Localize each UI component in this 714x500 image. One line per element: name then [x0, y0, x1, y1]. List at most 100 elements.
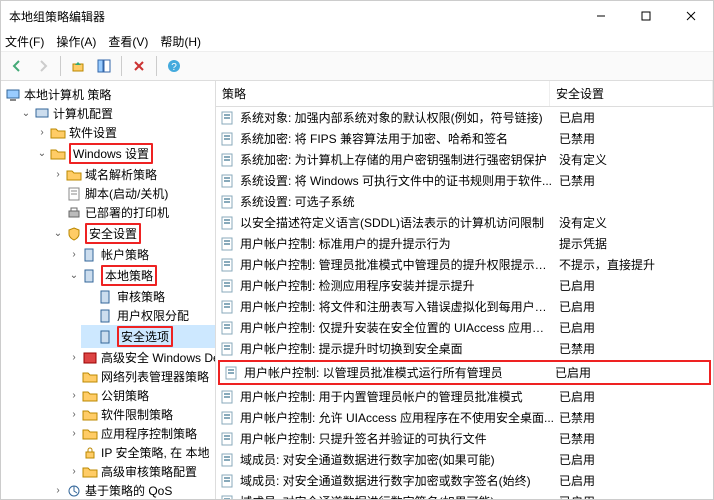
policy-row[interactable]: 用户帐户控制: 允许 UIAccess 应用程序在不使用安全桌面...已禁用 [216, 407, 713, 428]
list-body[interactable]: 系统对象: 加强内部系统对象的默认权限(例如，符号链接)已启用系统加密: 将 F… [216, 107, 713, 499]
chevron-right-icon[interactable]: › [69, 409, 79, 420]
tree-label: 审核策略 [117, 288, 165, 305]
policy-row[interactable]: 系统加密: 为计算机上存储的用户密钥强制进行强密钥保护没有定义 [216, 149, 713, 170]
maximize-button[interactable] [623, 1, 668, 31]
tree-computer-config[interactable]: ⌄ 计算机配置 [17, 104, 215, 123]
policy-row[interactable]: 以安全描述符定义语言(SDDL)语法表示的计算机访问限制没有定义 [216, 212, 713, 233]
policy-row[interactable]: 系统对象: 加强内部系统对象的默认权限(例如，符号链接)已启用 [216, 107, 713, 128]
tree-label: 高级审核策略配置 [101, 463, 197, 480]
policy-row[interactable]: 用户帐户控制: 标准用户的提升提示行为提示凭据 [216, 233, 713, 254]
policy-row[interactable]: 用户帐户控制: 以管理员批准模式运行所有管理员已启用 [218, 360, 711, 385]
tree-label: Windows 设置 [69, 143, 153, 164]
policy-icon [98, 329, 114, 345]
chevron-right-icon[interactable]: › [37, 127, 47, 138]
policy-row[interactable]: 域成员: 对安全通道数据进行数字加密或数字签名(始终)已启用 [216, 470, 713, 491]
chevron-right-icon[interactable]: › [69, 390, 79, 401]
policy-row[interactable]: 域成员: 对安全通道数据进行数字签名(如果可能)已启用 [216, 491, 713, 499]
tree-label: 域名解析策略 [85, 166, 157, 183]
policy-icon [82, 247, 98, 263]
policy-row[interactable]: 域成员: 对安全通道数据进行数字加密(如果可能)已启用 [216, 449, 713, 470]
tree-network-list[interactable]: 网络列表管理器策略 [65, 367, 215, 386]
chevron-right-icon[interactable]: › [69, 466, 79, 477]
tree-qos[interactable]: ›基于策略的 QoS [49, 481, 215, 499]
tree-pane[interactable]: 本地计算机 策略 ⌄ 计算机配置 ›软件设置 [1, 81, 216, 499]
policy-name: 以安全描述符定义语言(SDDL)语法表示的计算机访问限制 [240, 214, 555, 231]
policy-name: 用户帐户控制: 检测应用程序安装并提示提升 [240, 277, 555, 294]
tree-windows-settings[interactable]: ⌄ Windows 设置 [33, 142, 215, 165]
show-tree-button[interactable] [92, 54, 116, 78]
tree-printers[interactable]: 已部署的打印机 [49, 203, 215, 222]
minimize-button[interactable] [578, 1, 623, 31]
policy-icon [220, 299, 236, 315]
policy-name: 系统设置: 可选子系统 [240, 193, 555, 210]
folder-icon [50, 146, 66, 162]
policy-row[interactable]: 用户帐户控制: 检测应用程序安装并提示提升已启用 [216, 275, 713, 296]
policy-setting: 提示凭据 [559, 235, 709, 252]
tree-label: 计算机配置 [53, 105, 113, 122]
policy-icon [98, 308, 114, 324]
policy-row[interactable]: 系统设置: 可选子系统 [216, 191, 713, 212]
tree-software-restrict[interactable]: › 软件限制策略 [65, 405, 215, 424]
chevron-down-icon[interactable]: ⌄ [21, 108, 31, 119]
policy-row[interactable]: 用户帐户控制: 提示提升时切换到安全桌面已禁用 [216, 338, 713, 359]
menu-help[interactable]: 帮助(H) [160, 33, 201, 50]
policy-icon [98, 289, 114, 305]
menu-file[interactable]: 文件(F) [5, 33, 44, 50]
policy-row[interactable]: 用户帐户控制: 将文件和注册表写入错误虚拟化到每用户位置已启用 [216, 296, 713, 317]
list-header: 策略 安全设置 [216, 81, 713, 107]
chevron-down-icon[interactable]: ⌄ [37, 148, 47, 159]
tree-windows-firewall[interactable]: ›高级安全 Windows De [65, 348, 215, 367]
policy-row[interactable]: 用户帐户控制: 仅提升安装在安全位置的 UIAccess 应用程序已启用 [216, 317, 713, 338]
folder-icon [82, 464, 98, 480]
tree-audit-policy[interactable]: 审核策略 [81, 287, 215, 306]
policy-row[interactable]: 用户帐户控制: 管理员批准模式中管理员的提升权限提示的...不提示，直接提升 [216, 254, 713, 275]
nav-forward-button[interactable] [31, 54, 55, 78]
chevron-right-icon[interactable]: › [53, 485, 63, 496]
chevron-right-icon[interactable]: › [69, 428, 79, 439]
policy-icon [220, 257, 236, 273]
policy-icon [220, 236, 236, 252]
chevron-down-icon[interactable]: ⌄ [69, 270, 79, 281]
window-title: 本地组策略编辑器 [9, 8, 578, 25]
column-policy[interactable]: 策略 [216, 81, 550, 106]
help-button[interactable]: ? [162, 54, 186, 78]
chevron-right-icon[interactable]: › [53, 169, 63, 180]
tree-label: 软件限制策略 [101, 406, 173, 423]
menu-view[interactable]: 查看(V) [108, 33, 148, 50]
policy-icon [220, 152, 236, 168]
policy-row[interactable]: 系统设置: 将 Windows 可执行文件中的证书规则用于软件...已禁用 [216, 170, 713, 191]
folder-icon [82, 388, 98, 404]
delete-button[interactable] [127, 54, 151, 78]
up-folder-button[interactable] [66, 54, 90, 78]
tree-app-control[interactable]: ›应用程序控制策略 [65, 424, 215, 443]
policy-row[interactable]: 用户帐户控制: 用于内置管理员帐户的管理员批准模式已启用 [216, 386, 713, 407]
policy-setting: 已禁用 [559, 340, 709, 357]
tree-security-options[interactable]: 安全选项 [81, 325, 215, 348]
tree-label: 脚本(启动/关机) [85, 185, 168, 202]
nav-back-button[interactable] [5, 54, 29, 78]
policy-icon [220, 410, 236, 426]
tree-security-settings[interactable]: ⌄安全设置 [49, 222, 215, 245]
policy-setting: 已禁用 [559, 430, 709, 447]
tree-root[interactable]: 本地计算机 策略 [1, 85, 215, 104]
tree-local-policy[interactable]: ⌄本地策略 [65, 264, 215, 287]
chevron-right-icon[interactable]: › [69, 352, 79, 363]
tree-ipsec[interactable]: IP 安全策略, 在 本地 [65, 443, 215, 462]
close-button[interactable] [668, 1, 713, 31]
tree-software-settings[interactable]: ›软件设置 [33, 123, 215, 142]
tree-public-key[interactable]: ›公钥策略 [65, 386, 215, 405]
policy-setting: 已启用 [555, 364, 705, 381]
policy-row[interactable]: 用户帐户控制: 只提升签名并验证的可执行文件已禁用 [216, 428, 713, 449]
chevron-right-icon[interactable]: › [69, 249, 79, 260]
tree-adv-audit[interactable]: › 高级审核策略配置 [65, 462, 215, 481]
tree-label: 网络列表管理器策略 [101, 368, 209, 385]
menu-action[interactable]: 操作(A) [56, 33, 96, 50]
tree-user-rights[interactable]: 用户权限分配 [81, 306, 215, 325]
column-setting[interactable]: 安全设置 [550, 81, 713, 106]
tree-account-policy[interactable]: ›帐户策略 [65, 245, 215, 264]
chevron-down-icon[interactable]: ⌄ [53, 228, 63, 239]
tree-dns-policy[interactable]: › 域名解析策略 [49, 165, 215, 184]
tree-scripts[interactable]: 脚本(启动/关机) [49, 184, 215, 203]
policy-icon [220, 173, 236, 189]
policy-row[interactable]: 系统加密: 将 FIPS 兼容算法用于加密、哈希和签名已禁用 [216, 128, 713, 149]
